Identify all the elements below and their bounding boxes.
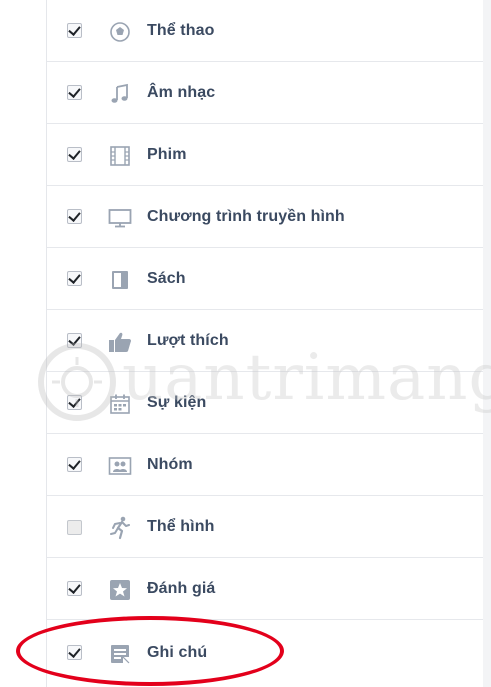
- books-label: Sách: [147, 270, 186, 287]
- section-row-books[interactable]: Sách: [47, 248, 484, 310]
- section-row-tv-shows[interactable]: Chương trình truyền hình: [47, 186, 484, 248]
- music-label: Âm nhạc: [147, 84, 216, 101]
- movies-label: Phim: [147, 146, 187, 163]
- events-label: Sự kiện: [147, 394, 207, 411]
- fitness-checkbox[interactable]: [67, 520, 82, 535]
- section-row-notes[interactable]: Ghi chú: [47, 620, 484, 683]
- movies-checkbox[interactable]: [67, 147, 82, 162]
- sports-ball-icon: [107, 19, 132, 44]
- film-icon: [107, 143, 132, 168]
- star-icon: [107, 577, 132, 602]
- section-row-likes[interactable]: Lượt thích: [47, 310, 484, 372]
- music-note-icon: [107, 81, 132, 106]
- section-row-movies[interactable]: Phim: [47, 124, 484, 186]
- tv-icon: [107, 205, 132, 230]
- reviews-label: Đánh giá: [147, 580, 216, 597]
- likes-label: Lượt thích: [147, 332, 229, 349]
- section-row-groups[interactable]: Nhóm: [47, 434, 484, 496]
- sections-panel: Thể thao Âm nhạc Phim Chương trình truyề…: [46, 0, 485, 687]
- groups-checkbox[interactable]: [67, 457, 82, 472]
- likes-checkbox[interactable]: [67, 333, 82, 348]
- tv-shows-label: Chương trình truyền hình: [147, 208, 345, 225]
- section-row-sports[interactable]: Thể thao: [47, 0, 484, 62]
- fitness-label: Thể hình: [147, 518, 215, 535]
- notes-icon: [107, 641, 132, 666]
- music-checkbox[interactable]: [67, 85, 82, 100]
- notes-checkbox[interactable]: [67, 645, 82, 660]
- notes-label: Ghi chú: [147, 644, 208, 661]
- section-row-music[interactable]: Âm nhạc: [47, 62, 484, 124]
- section-row-events[interactable]: Sự kiện: [47, 372, 484, 434]
- running-person-icon: [107, 515, 132, 540]
- groups-label: Nhóm: [147, 456, 193, 473]
- tv-shows-checkbox[interactable]: [67, 209, 82, 224]
- reviews-checkbox[interactable]: [67, 581, 82, 596]
- sports-checkbox[interactable]: [67, 23, 82, 38]
- book-icon: [107, 267, 132, 292]
- calendar-icon: [107, 391, 132, 416]
- section-row-reviews[interactable]: Đánh giá: [47, 558, 484, 620]
- events-checkbox[interactable]: [67, 395, 82, 410]
- scroll-edge: [483, 0, 491, 687]
- sports-label: Thể thao: [147, 22, 215, 39]
- section-row-fitness[interactable]: Thể hình: [47, 496, 484, 558]
- books-checkbox[interactable]: [67, 271, 82, 286]
- thumbs-up-icon: [107, 329, 132, 354]
- group-icon: [107, 453, 132, 478]
